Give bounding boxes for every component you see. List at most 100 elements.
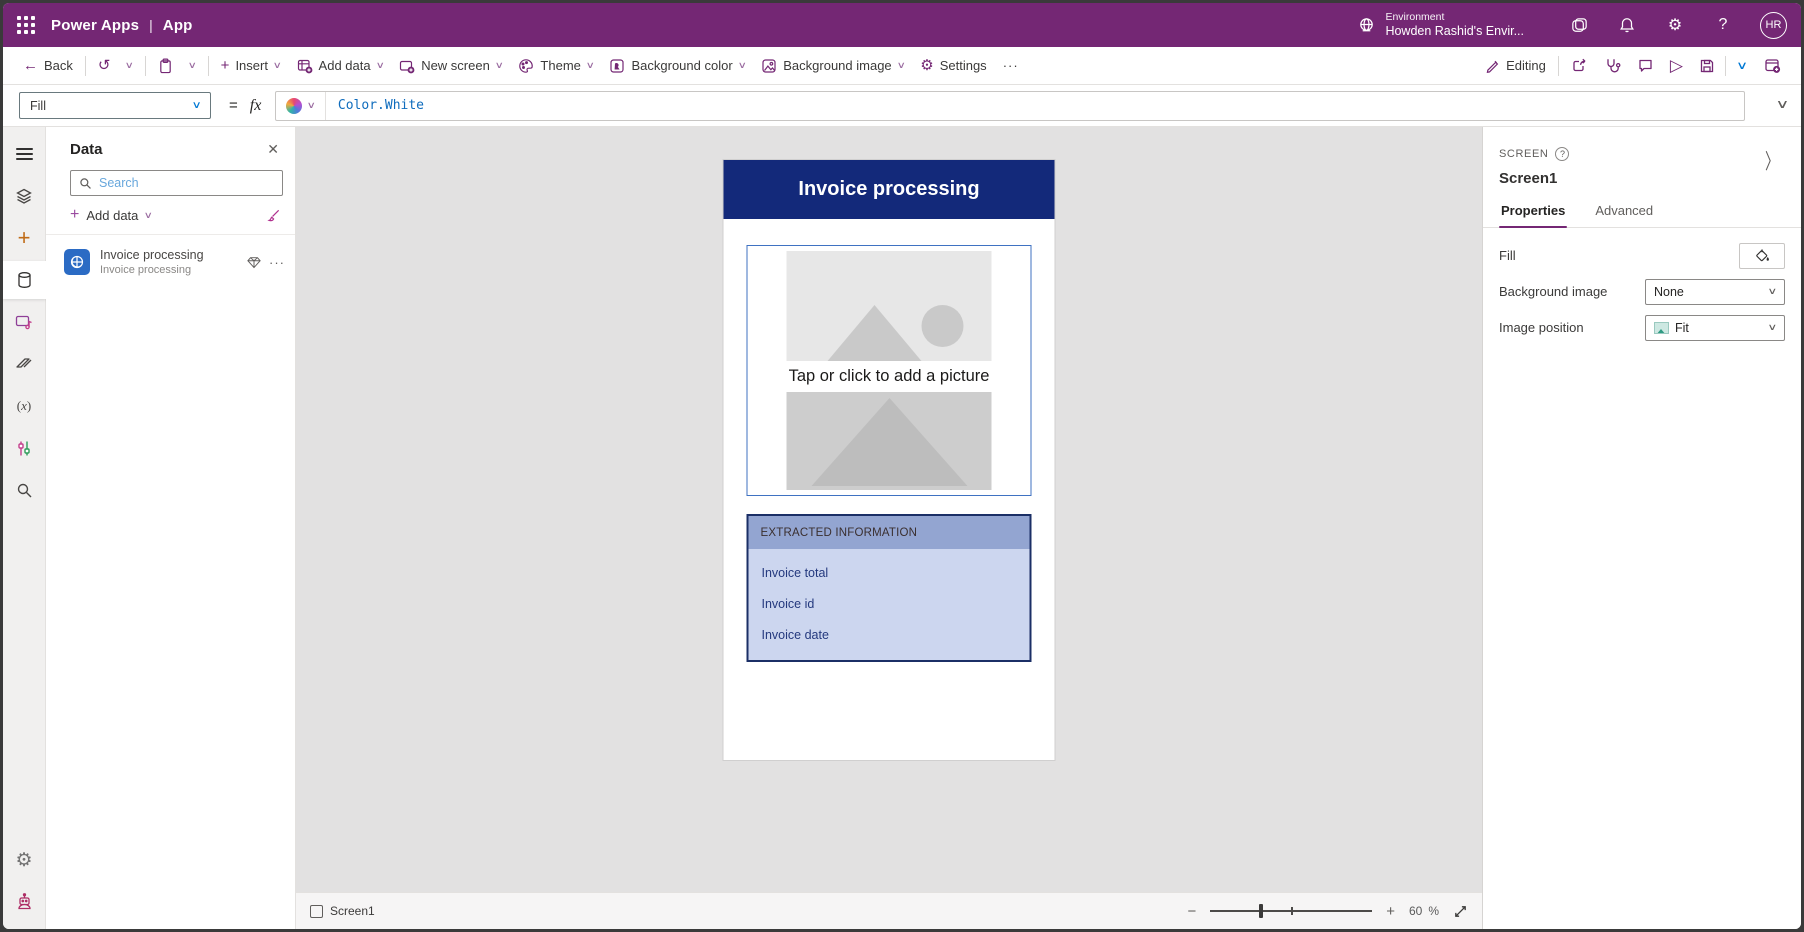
rail-virtual-agent-button[interactable] [3,883,46,921]
help-circle-icon[interactable]: ? [1555,147,1570,161]
add-data-button[interactable]: Add data ∨ [289,51,392,81]
settings-button[interactable]: ⚙ Settings [912,51,994,81]
search-icon [79,177,92,190]
canvas-status-bar: Screen1 − + 60% [296,892,1482,929]
rail-gear-icon: ⚙ [15,849,33,871]
add-data-label[interactable]: Add data [86,208,138,223]
media-icon [15,313,33,331]
image-position-value: Fit [1675,320,1689,335]
environment-picker[interactable]: Environment Howden Rashid's Envir... [1357,11,1524,40]
rail-search-button[interactable] [3,471,46,509]
image-icon [761,58,777,74]
table-row-invoice-id[interactable]: Invoice id [749,588,1030,619]
table-row-invoice-total[interactable]: Invoice total [749,557,1030,588]
new-screen-button[interactable]: New screen ∨ [391,51,510,81]
brush-icon[interactable] [266,208,281,223]
sun-circle-shape [921,305,964,347]
data-source-subtitle: Invoice processing [100,264,192,277]
background-image-dropdown[interactable]: None ∨ [1645,278,1785,305]
copilot-icon[interactable] [1568,14,1590,36]
preview-play-button[interactable]: ▷ [1662,51,1691,81]
screen-plus-icon [399,58,415,74]
editing-mode-button[interactable]: Editing [1477,51,1554,81]
app-checker-button[interactable] [1596,51,1629,81]
property-label-image-position: Image position [1499,320,1584,335]
rail-data-button[interactable] [3,261,46,299]
theme-button[interactable]: Theme ∨ [510,51,601,81]
rail-insert-button[interactable]: + [3,219,46,257]
fill-color-button[interactable] [1739,242,1785,269]
save-menu-chevron[interactable]: ∨ [1721,59,1763,72]
powerapps-studio-window: Power Apps | App Environment Howden Rash… [3,3,1801,929]
paste-button[interactable] [150,51,181,81]
app-screen-preview[interactable]: Invoice processing Tap or click to add a… [723,160,1055,760]
background-image-button[interactable]: Background image ∨ [753,51,912,81]
zoom-slider[interactable] [1210,904,1373,918]
back-button[interactable]: ← Back [15,51,81,81]
status-screen-selector[interactable]: Screen1 [310,904,375,918]
data-panel-close-icon[interactable]: ✕ [267,141,279,158]
tab-advanced[interactable]: Advanced [1593,199,1655,227]
app-name-title: App [162,16,193,34]
undo-menu-chevron[interactable]: ∨ [118,51,141,81]
zoom-in-icon[interactable]: + [1386,903,1395,920]
property-label-fill: Fill [1499,248,1516,263]
formula-copilot-button[interactable]: ∨ [276,91,326,120]
insert-button[interactable]: + Insert ∨ [213,51,289,81]
share-button[interactable] [1563,51,1596,81]
rail-media-button[interactable] [3,303,46,341]
tab-properties[interactable]: Properties [1499,199,1568,228]
settings-gear-icon[interactable]: ⚙ [1664,14,1686,36]
background-color-button[interactable]: Background color ∨ [601,51,753,81]
environment-globe-icon [1357,16,1376,35]
back-arrow-icon: ← [23,57,38,74]
panel-collapse-chevron[interactable]: 〉 [1765,146,1779,176]
fx-label: fx [249,96,262,114]
fullscreen-expand-icon[interactable] [1453,904,1468,919]
comments-button[interactable] [1629,51,1662,81]
save-button[interactable] [1691,51,1723,81]
data-panel: Data ✕ + Add data ∨ [46,127,296,929]
toolbar-overflow-button[interactable]: ··· [995,51,1027,81]
data-source-row-invoice-processing[interactable]: Invoice processing Invoice processing ··… [46,235,295,290]
zoom-out-icon[interactable]: − [1187,903,1196,920]
data-search-box[interactable] [70,170,283,196]
undo-icon: ↺ [97,57,111,74]
rail-power-automate-button[interactable] [3,345,46,383]
add-picture-control[interactable]: Tap or click to add a picture [746,245,1032,496]
sliders-icon [16,440,32,457]
insert-plus-icon: + [17,225,31,250]
dropdown-chevron-icon: ∨ [1767,286,1778,296]
formula-expression[interactable]: Color.White [326,98,424,113]
data-source-more-icon[interactable]: ··· [269,255,285,270]
add-data-chevron-icon[interactable]: ∨ [144,210,153,221]
app-title-bar[interactable]: Invoice processing [723,160,1055,219]
app-launcher-icon[interactable] [17,16,35,34]
save-floppy-icon [1699,58,1715,74]
rail-menu-button[interactable] [3,135,46,173]
property-chevron-icon: ∨ [191,100,202,111]
formula-bar: Fill ∨ = fx ∨ Color.White ∨ [3,85,1801,127]
help-icon[interactable]: ? [1712,14,1734,36]
equals-sign: = [229,97,238,114]
rail-controls-button[interactable] [3,429,46,467]
formula-expand-chevron[interactable]: ∨ [1776,97,1790,111]
table-plus-icon [297,58,313,74]
undo-button[interactable]: ↺ [90,51,119,81]
zoom-slider-handle[interactable] [1258,904,1263,918]
paste-menu-chevron[interactable]: ∨ [181,51,204,81]
table-row-invoice-date[interactable]: Invoice date [749,619,1030,650]
rail-settings-button[interactable]: ⚙ [3,841,46,879]
plus-icon: + [220,57,230,74]
rail-tree-view-button[interactable] [3,177,46,215]
account-avatar[interactable]: HR [1760,11,1787,39]
data-search-input[interactable] [99,176,274,190]
formula-input[interactable]: ∨ Color.White [275,90,1745,121]
rail-variables-button[interactable]: (x) [3,387,46,425]
premium-diamond-icon [247,256,261,269]
property-selector[interactable]: Fill ∨ [19,92,211,119]
background-image-value: None [1654,284,1684,299]
color-fill-icon [609,58,625,74]
image-position-dropdown[interactable]: Fit ∨ [1645,314,1785,341]
notifications-bell-icon[interactable] [1616,14,1638,36]
